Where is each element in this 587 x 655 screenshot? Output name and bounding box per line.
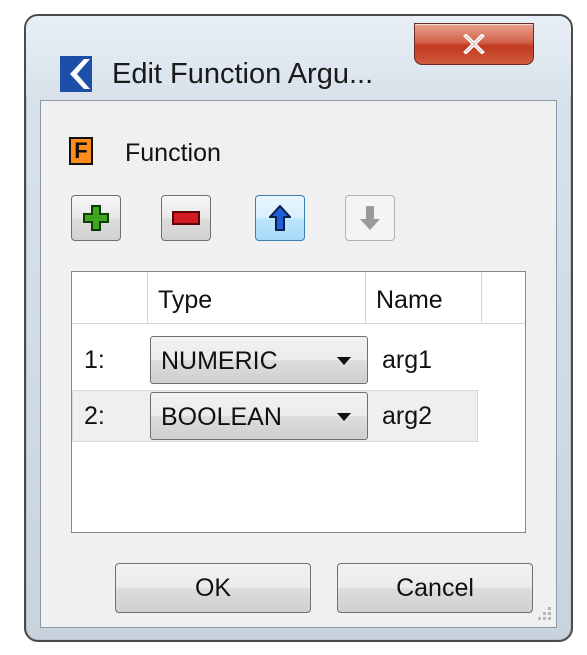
window-title: Edit Function Argu... xyxy=(112,58,374,90)
cancel-button[interactable]: Cancel xyxy=(337,563,533,613)
move-down-button[interactable] xyxy=(345,195,395,241)
close-icon xyxy=(463,34,485,54)
function-label: Function xyxy=(125,139,221,167)
dialog-content: F Function Type Name 1: NUMERIC arg1 2: … xyxy=(40,100,557,628)
argument-name[interactable]: arg1 xyxy=(382,334,432,386)
ok-button[interactable]: OK xyxy=(115,563,311,613)
arrow-up-icon xyxy=(269,205,291,231)
header-filler xyxy=(482,272,525,324)
header-name[interactable]: Name xyxy=(366,272,482,324)
remove-argument-button[interactable] xyxy=(161,195,211,241)
argument-name[interactable]: arg2 xyxy=(382,390,432,442)
plus-icon xyxy=(83,205,109,231)
function-icon: F xyxy=(69,137,93,165)
row-index: 1: xyxy=(84,346,105,374)
table-row[interactable]: 2: BOOLEAN arg2 xyxy=(72,390,525,442)
type-dropdown-value: NUMERIC xyxy=(161,347,278,375)
dropdown-arrow-icon xyxy=(337,413,351,421)
dialog-window: Edit Function Argu... F Function Type Na… xyxy=(24,14,573,642)
type-dropdown-value: BOOLEAN xyxy=(161,403,282,431)
arrow-down-icon xyxy=(360,206,380,230)
app-logo-icon xyxy=(60,56,92,92)
type-dropdown[interactable]: NUMERIC xyxy=(150,336,368,384)
resize-grip-icon[interactable] xyxy=(534,605,552,623)
header-index-cell xyxy=(72,272,148,324)
dropdown-arrow-icon xyxy=(337,357,351,365)
row-index: 2: xyxy=(84,402,105,430)
table-row[interactable]: 1: NUMERIC arg1 xyxy=(72,334,525,386)
move-up-button[interactable] xyxy=(255,195,305,241)
arguments-table: Type Name 1: NUMERIC arg1 2: BOOLEAN arg… xyxy=(71,271,526,533)
header-type[interactable]: Type xyxy=(148,272,366,324)
table-header: Type Name xyxy=(72,272,525,324)
function-icon-letter: F xyxy=(74,138,88,163)
type-dropdown[interactable]: BOOLEAN xyxy=(150,392,368,440)
close-button[interactable] xyxy=(414,23,534,65)
title-bar[interactable]: Edit Function Argu... xyxy=(26,16,571,96)
add-argument-button[interactable] xyxy=(71,195,121,241)
minus-icon xyxy=(172,211,200,225)
